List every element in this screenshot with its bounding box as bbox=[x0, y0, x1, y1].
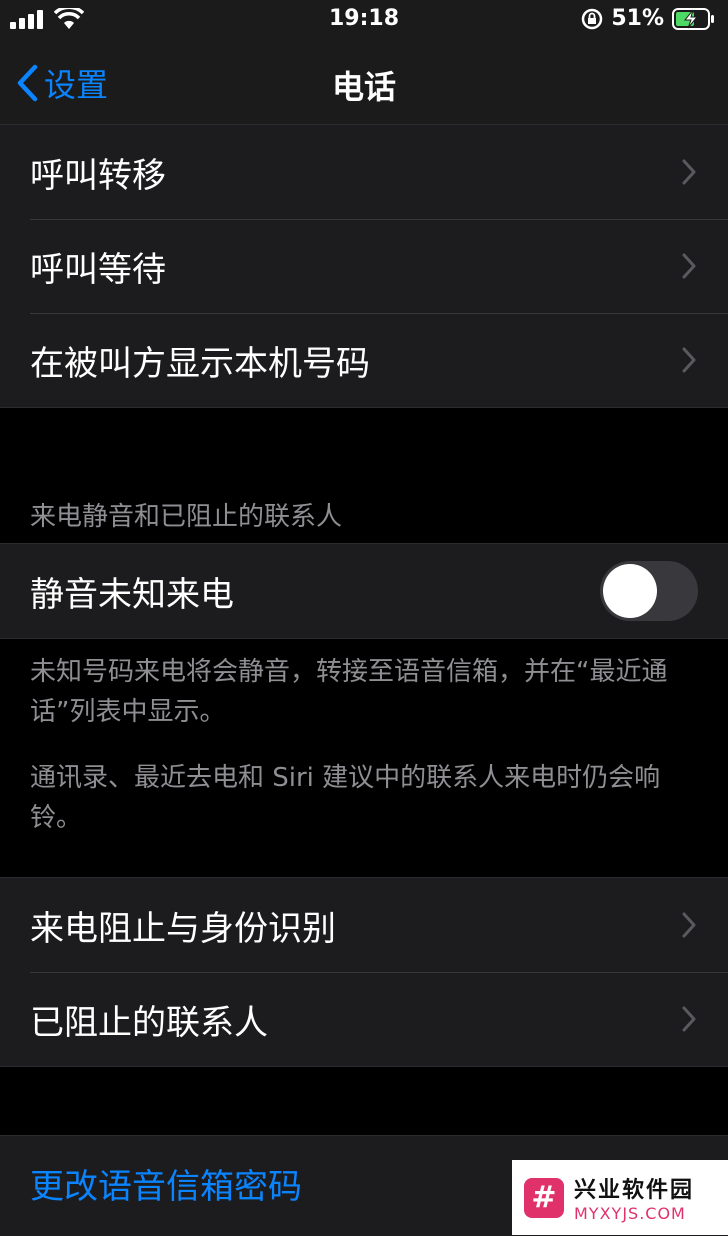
section-header: 来电静音和已阻止的联系人 bbox=[30, 502, 343, 532]
blocking-group: 来电阻止与身份识别 已阻止的联系人 bbox=[0, 877, 728, 1067]
row-label: 更改语音信箱密码 bbox=[30, 1166, 302, 1207]
battery-charging-icon bbox=[672, 7, 714, 30]
show-caller-id-row[interactable]: 在被叫方显示本机号码 bbox=[0, 313, 728, 407]
watermark-name: 兴业软件园 bbox=[574, 1178, 695, 1203]
watermark-logo-icon: # bbox=[524, 1177, 564, 1218]
row-label: 静音未知来电 bbox=[30, 574, 234, 615]
silence-unknown-callers-row: 静音未知来电 bbox=[0, 544, 728, 638]
page-title: 电话 bbox=[331, 68, 396, 106]
row-label: 在被叫方显示本机号码 bbox=[30, 343, 370, 384]
chevron-right-icon bbox=[682, 912, 696, 938]
chevron-right-icon bbox=[682, 1006, 696, 1032]
row-label: 呼叫等待 bbox=[30, 249, 166, 290]
battery-percent: 51% bbox=[611, 6, 664, 31]
chevron-right-icon bbox=[682, 347, 696, 373]
row-label: 来电阻止与身份识别 bbox=[30, 908, 336, 949]
watermark-text: 兴业软件园 MYXYJS.COM bbox=[574, 1172, 694, 1223]
silence-group: 静音未知来电 bbox=[0, 543, 728, 639]
status-bar: 19:18 51% bbox=[0, 0, 728, 40]
call-settings-group: 呼叫转移 呼叫等待 在被叫方显示本机号码 bbox=[0, 124, 728, 408]
row-label: 已阻止的联系人 bbox=[30, 1002, 268, 1043]
chevron-right-icon bbox=[682, 159, 696, 185]
call-waiting-row[interactable]: 呼叫等待 bbox=[0, 219, 728, 313]
call-blocking-identification-row[interactable]: 来电阻止与身份识别 bbox=[0, 878, 728, 972]
silence-unknown-callers-toggle[interactable] bbox=[600, 561, 698, 621]
watermark-url: MYXYJS.COM bbox=[574, 1204, 686, 1223]
status-right: 51% bbox=[581, 6, 716, 31]
blocked-contacts-row[interactable]: 已阻止的联系人 bbox=[0, 972, 728, 1066]
watermark: # 兴业软件园 MYXYJS.COM bbox=[512, 1160, 728, 1235]
toggle-knob bbox=[603, 564, 657, 618]
section-footer: 未知号码来电将会静音，转接至语音信箱，并在“最近通话”列表中显示。 bbox=[30, 657, 668, 727]
section-footer: 通讯录、最近去电和 Siri 建议中的联系人来电时仍会响铃。 bbox=[30, 763, 661, 833]
rotation-lock-icon bbox=[582, 8, 603, 29]
call-forwarding-row[interactable]: 呼叫转移 bbox=[0, 125, 728, 219]
chevron-right-icon bbox=[682, 253, 696, 279]
navigation-bar: 设置 电话 bbox=[0, 40, 728, 125]
row-label: 呼叫转移 bbox=[30, 155, 166, 196]
